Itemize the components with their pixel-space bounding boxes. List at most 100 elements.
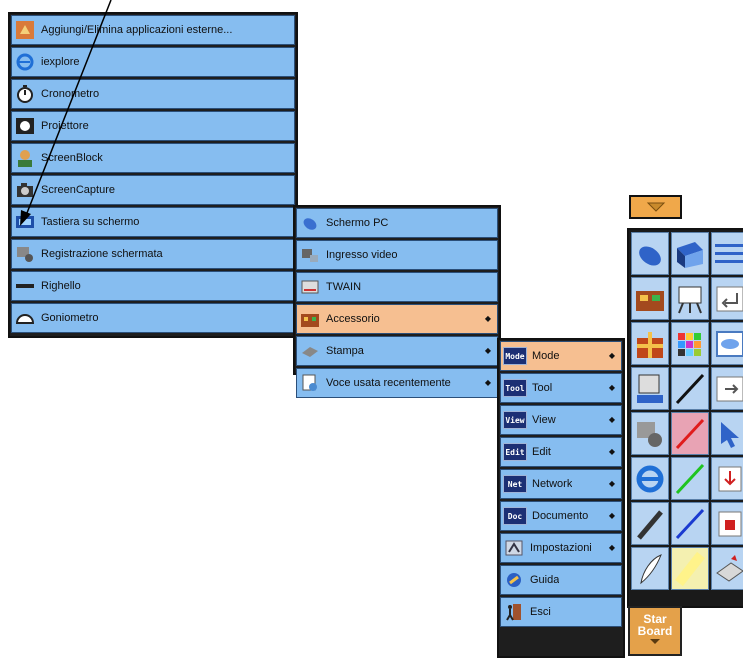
starboard-label-line2: Board bbox=[637, 624, 673, 638]
menu-item-view[interactable]: View View ◆ bbox=[500, 405, 622, 435]
menu-item-screencapture[interactable]: ScreenCapture bbox=[11, 175, 295, 205]
printer-icon bbox=[300, 341, 320, 361]
mode-badge-icon: Mode bbox=[503, 347, 527, 365]
yellow-highlighter-icon bbox=[675, 551, 705, 586]
mouse-icon bbox=[639, 245, 661, 266]
menu-item-label: View bbox=[532, 414, 556, 426]
menu-item-label: Guida bbox=[530, 574, 560, 586]
menu-item-stampa[interactable]: Stampa ◆ bbox=[296, 336, 498, 366]
on-screen-keyboard-button[interactable] bbox=[631, 367, 669, 410]
menu-item-label: Aggiungi/Elimina applicazioni esterne... bbox=[41, 24, 233, 36]
menu-item-accessorio[interactable]: Accessorio ◆ bbox=[296, 304, 498, 334]
screen-recording-button[interactable] bbox=[631, 412, 669, 455]
line-tool-button[interactable] bbox=[671, 367, 709, 410]
insert-page-button[interactable] bbox=[711, 502, 743, 545]
mouse-tool-button[interactable] bbox=[631, 232, 669, 275]
tool-badge-icon: Tool bbox=[503, 379, 527, 397]
menu-item-registrazione[interactable]: Registrazione schermata bbox=[11, 239, 295, 269]
return-button[interactable] bbox=[711, 277, 743, 320]
submenu-arrow-icon: ◆ bbox=[608, 415, 615, 424]
menu-item-edit[interactable]: Edit Edit ◆ bbox=[500, 437, 622, 467]
yellow-highlighter-button[interactable] bbox=[671, 547, 709, 590]
toolbox-icon bbox=[636, 290, 664, 311]
toolbox-icon bbox=[300, 309, 320, 329]
camera-icon bbox=[15, 180, 35, 200]
menu-item-righello[interactable]: Righello bbox=[11, 271, 295, 301]
menu-item-tool[interactable]: Tool Tool ◆ bbox=[500, 373, 622, 403]
submenu-arrow-icon: ◆ bbox=[608, 383, 615, 392]
screen-recording-icon bbox=[637, 421, 662, 447]
menu-item-proiettore[interactable]: Proiettore bbox=[11, 111, 295, 141]
color-grid-icon bbox=[678, 332, 701, 356]
triangle-down-icon bbox=[646, 202, 665, 212]
projector-icon bbox=[15, 116, 35, 136]
import-page-icon bbox=[718, 466, 742, 491]
document-badge-icon: Doc bbox=[503, 507, 527, 525]
red-pen-button[interactable] bbox=[671, 412, 709, 455]
menu-item-iexplore[interactable]: iexplore bbox=[11, 47, 295, 77]
black-line-icon bbox=[675, 373, 705, 404]
menu-item-voce-recente[interactable]: Voce usata recentemente ◆ bbox=[296, 368, 498, 398]
list-view-button[interactable] bbox=[711, 232, 743, 275]
menu-item-label: Edit bbox=[532, 446, 551, 458]
menu-item-esci[interactable]: Esci bbox=[500, 597, 622, 627]
menu-item-label: Proiettore bbox=[41, 120, 89, 132]
submenu-arrow-icon: ◆ bbox=[608, 447, 615, 456]
presentation-button[interactable] bbox=[671, 277, 709, 320]
menu-item-schermo-pc[interactable]: Schermo PC bbox=[296, 208, 498, 238]
accessory-button[interactable] bbox=[631, 277, 669, 320]
network-badge-icon: Net bbox=[503, 475, 527, 493]
board-tool-button[interactable] bbox=[671, 232, 709, 275]
next-page-button[interactable] bbox=[711, 367, 743, 410]
pen-icon bbox=[637, 509, 663, 540]
menu-item-cronometro[interactable]: Cronometro bbox=[11, 79, 295, 109]
menu-item-label: Voce usata recentemente bbox=[326, 377, 451, 389]
menu-item-label: ScreenBlock bbox=[41, 152, 103, 164]
eraser-button[interactable] bbox=[711, 547, 743, 590]
external-apps-menu: Aggiungi/Elimina applicazioni esterne...… bbox=[8, 12, 298, 338]
green-pen-button[interactable] bbox=[671, 457, 709, 500]
menu-item-label: Cronometro bbox=[41, 88, 100, 100]
menu-item-ingresso-video[interactable]: Ingresso video bbox=[296, 240, 498, 270]
menu-item-documento[interactable]: Doc Documento ◆ bbox=[500, 501, 622, 531]
stopwatch-icon bbox=[15, 84, 35, 104]
red-line-icon bbox=[675, 418, 705, 449]
menu-item-mode[interactable]: Mode Mode ◆ bbox=[500, 341, 622, 371]
starboard-logo-button[interactable]: Star Board bbox=[628, 606, 682, 656]
menu-item-tastiera[interactable]: Tastiera su schermo bbox=[11, 207, 295, 237]
pen-button[interactable] bbox=[631, 502, 669, 545]
screen-recording-icon bbox=[15, 244, 35, 264]
menu-item-label: TWAIN bbox=[326, 281, 362, 293]
cursor-arrow-icon bbox=[721, 421, 739, 448]
import-page-button[interactable] bbox=[711, 457, 743, 500]
exit-icon bbox=[504, 602, 524, 622]
pointer-button[interactable] bbox=[711, 412, 743, 455]
menu-item-goniometro[interactable]: Goniometro bbox=[11, 303, 295, 333]
menu-item-label: Registrazione schermata bbox=[41, 248, 163, 260]
submenu-arrow-icon: ◆ bbox=[484, 378, 491, 387]
color-palette-button[interactable] bbox=[671, 322, 709, 365]
keyboard-pc-icon bbox=[637, 374, 663, 403]
menu-item-impostazioni[interactable]: Impostazioni ◆ bbox=[500, 533, 622, 563]
starboard-main-menu: Mode Mode ◆ Tool Tool ◆ View View ◆ Edit… bbox=[497, 338, 625, 658]
menu-item-twain[interactable]: TWAIN bbox=[296, 272, 498, 302]
toolbar-collapse-button[interactable] bbox=[629, 195, 682, 219]
gift-icon bbox=[637, 331, 663, 358]
green-line-icon bbox=[675, 463, 705, 494]
submenu-arrow-icon: ◆ bbox=[608, 511, 615, 520]
menu-item-label: Stampa bbox=[326, 345, 364, 357]
video-input-icon bbox=[300, 245, 320, 265]
menu-item-label: Tool bbox=[532, 382, 553, 394]
feather-pen-button[interactable] bbox=[631, 547, 669, 590]
blue-pen-button[interactable] bbox=[671, 502, 709, 545]
menu-item-label: Mode bbox=[532, 350, 560, 362]
browser-button[interactable] bbox=[631, 457, 669, 500]
menu-item-network[interactable]: Net Network ◆ bbox=[500, 469, 622, 499]
menu-item-screenblock[interactable]: ScreenBlock bbox=[11, 143, 295, 173]
menu-item-guida[interactable]: Guida bbox=[500, 565, 622, 595]
menu-item-add-remove-apps[interactable]: Aggiungi/Elimina applicazioni esterne... bbox=[11, 15, 295, 45]
ruler-icon bbox=[15, 276, 35, 296]
view-button[interactable] bbox=[711, 322, 743, 365]
add-remove-apps-icon bbox=[15, 20, 35, 40]
gift-button[interactable] bbox=[631, 322, 669, 365]
